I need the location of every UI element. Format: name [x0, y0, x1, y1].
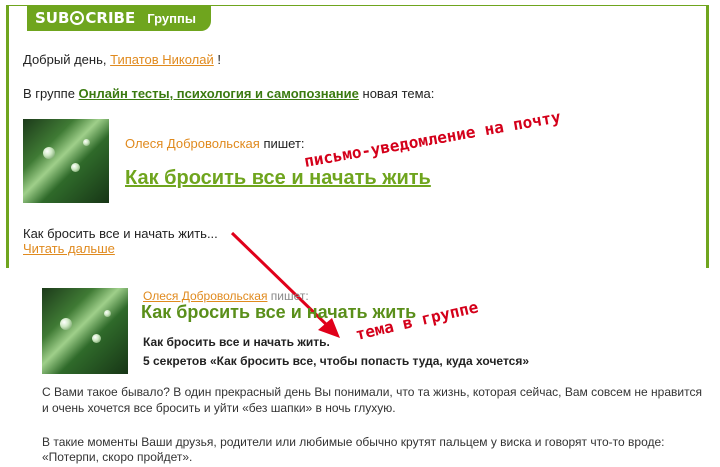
water-drop	[92, 334, 101, 343]
post-writes-label: пишет:	[270, 289, 309, 303]
post-paragraph-1-line-1: С Вами такое бывало? В один прекрасный д…	[42, 385, 702, 399]
post-author-name[interactable]: Олеся Добровольская	[143, 289, 267, 303]
post-thumbnail[interactable]	[42, 288, 128, 374]
post-paragraph-2-line-2: «Потерпи, скоро пройдет».	[42, 450, 193, 464]
water-drop	[104, 310, 111, 317]
post-subtitle: Как бросить все и начать жить.	[143, 335, 330, 349]
water-drop	[60, 318, 72, 330]
post-secrets-line: 5 секретов «Как бросить все, чтобы попас…	[143, 354, 530, 368]
post-paragraph-1-line-2: и очень хочется все бросить и уйти «без …	[42, 401, 396, 415]
post-author-line: Олеся Добровольская пишет:	[143, 289, 309, 303]
post-paragraph-2-line-1: В такие моменты Ваши друзья, родители ил…	[42, 435, 665, 449]
